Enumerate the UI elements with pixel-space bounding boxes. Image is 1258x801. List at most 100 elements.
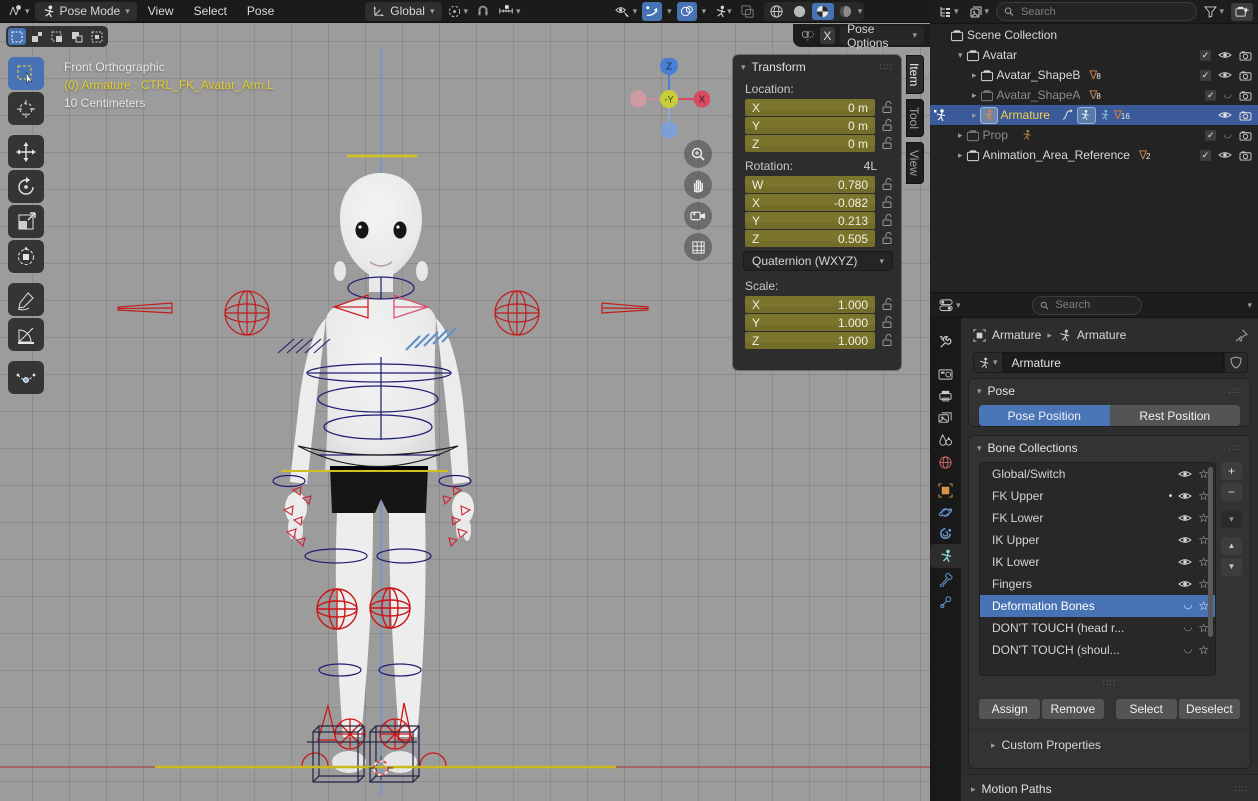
tab-viewlayer-properties[interactable] (930, 406, 961, 430)
tool-annotate[interactable] (8, 283, 44, 316)
tab-bone-constraints-properties[interactable] (930, 590, 961, 614)
select-mode-subtract[interactable] (48, 28, 66, 45)
eye-open-icon[interactable] (1178, 535, 1192, 545)
lock-open-icon[interactable] (881, 334, 893, 347)
lock-open-icon[interactable] (881, 101, 893, 114)
bone-collection-row[interactable]: FK Lower ☆ (980, 507, 1215, 529)
pose-options-dropdown[interactable]: Pose Options ▾ (840, 26, 924, 45)
move-down-button[interactable]: ▼ (1221, 558, 1242, 576)
tab-tool[interactable]: Tool (906, 99, 924, 137)
axis-gizmo[interactable]: Z X -Y (630, 58, 710, 140)
lock-open-icon[interactable] (881, 214, 893, 227)
tab-output-properties[interactable] (930, 384, 961, 408)
location-y-field[interactable]: Y0 m (745, 117, 875, 134)
zoom-button[interactable] (684, 140, 712, 168)
camera-visibility-icon[interactable] (1239, 110, 1252, 121)
outliner-display-mode-dropdown[interactable]: ▾ (935, 5, 962, 19)
lock-open-icon[interactable] (881, 119, 893, 132)
exclude-checkbox[interactable]: ✓ (1200, 150, 1211, 161)
bone-collections-list[interactable]: Global/Switch ☆ FK Upper • ☆ FK Lower ☆ (979, 462, 1216, 676)
bone-collection-row[interactable]: IK Lower ☆ (980, 551, 1215, 573)
breadcrumb-object[interactable]: Armature (992, 328, 1041, 342)
object-visibility-dropdown[interactable]: ▾ (612, 4, 641, 18)
tab-scene-properties[interactable] (930, 428, 961, 452)
custom-properties-subpanel[interactable]: ▸ Custom Properties (969, 729, 1250, 760)
bone-collection-row[interactable]: DON'T TOUCH (head r... ◡ ☆ (980, 617, 1215, 639)
shading-solid-button[interactable] (789, 3, 811, 20)
eye-open-icon[interactable] (1178, 513, 1192, 523)
tab-world-properties[interactable] (930, 450, 961, 474)
move-up-button[interactable]: ▲ (1221, 537, 1242, 555)
motion-paths-panel[interactable]: ▸ Motion Paths ∷∷ (961, 774, 1258, 801)
id-type-dropdown[interactable]: ▾ (973, 352, 1003, 373)
outliner-row-prop[interactable]: ▸ Prop ✓ ◡ (930, 125, 1258, 145)
exclude-checkbox[interactable]: ✓ (1200, 50, 1211, 61)
pose-position-button[interactable]: Pose Position (979, 405, 1110, 426)
tool-scale[interactable] (8, 205, 44, 238)
collection-specials-menu[interactable]: ▾ (1221, 510, 1242, 528)
menu-view[interactable]: View (139, 0, 183, 22)
expand-icon[interactable]: ▸ (958, 151, 963, 160)
tab-physics-properties[interactable] (930, 500, 961, 524)
tool-transform[interactable] (8, 240, 44, 273)
eye-open-icon[interactable] (1178, 579, 1192, 589)
eye-closed-icon[interactable]: ◡ (1184, 623, 1193, 633)
eye-open-icon[interactable] (1218, 50, 1232, 60)
rotation-z-field[interactable]: Z0.505 (745, 230, 875, 247)
outliner-row-avatar-shapeb[interactable]: ▸ Avatar_ShapeB ∇8 ✓ (930, 65, 1258, 85)
bone-collection-row[interactable]: IK Upper ☆ (980, 529, 1215, 551)
properties-search-input[interactable] (1053, 298, 1133, 312)
outliner-row-animation-area-reference[interactable]: ▸ Animation_Area_Reference ∇2 ✓ (930, 145, 1258, 165)
mirror-axis-x-button[interactable]: X (820, 27, 835, 44)
scale-z-field[interactable]: Z1.000 (745, 332, 875, 349)
expand-icon[interactable]: ▸ (958, 131, 963, 140)
show-overlays-toggle[interactable] (677, 2, 697, 21)
expand-icon[interactable]: ▾ (958, 51, 963, 60)
panel-collapse-icon[interactable]: ▾ (977, 444, 982, 453)
eye-open-icon[interactable] (1178, 469, 1192, 479)
tab-object-properties[interactable] (930, 478, 961, 502)
scale-y-field[interactable]: Y1.000 (745, 314, 875, 331)
expand-icon[interactable]: ▸ (972, 91, 977, 100)
tool-rotate[interactable] (8, 170, 44, 203)
exclude-checkbox[interactable]: ✓ (1205, 130, 1216, 141)
lock-open-icon[interactable] (881, 232, 893, 245)
outliner-filter-dropdown[interactable]: ▾ (1201, 6, 1227, 18)
xray-toggle[interactable] (737, 2, 758, 21)
eye-open-icon[interactable] (1178, 491, 1192, 501)
outliner-row-avatar[interactable]: ▾ Avatar ✓ (930, 45, 1258, 65)
solo-star-icon[interactable]: ☆ (1198, 644, 1209, 656)
eye-open-icon[interactable] (1218, 70, 1232, 80)
tool-measure[interactable] (8, 318, 44, 351)
remove-button[interactable]: Remove (1042, 699, 1103, 719)
select-mode-extend[interactable] (28, 28, 46, 45)
tab-bone-properties[interactable] (930, 568, 961, 592)
viewport-3d[interactable]: ▾ Pose Mode ▾ View Select Pose Global ▾ … (0, 0, 930, 801)
editor-type-dropdown[interactable]: ▾ (4, 3, 33, 19)
pan-hand-button[interactable] (684, 171, 712, 199)
tab-render-properties[interactable] (930, 362, 961, 386)
tab-constraints-properties[interactable] (930, 522, 961, 546)
outliner-row-scene-collection[interactable]: Scene Collection (930, 25, 1258, 45)
properties-options-dropdown[interactable]: ▾ (1247, 301, 1252, 310)
fade-geometry-dropdown[interactable]: ▾ (711, 2, 735, 21)
shading-wireframe-button[interactable] (766, 3, 788, 20)
tool-select-box[interactable] (8, 57, 44, 90)
expand-icon[interactable]: ▸ (972, 111, 977, 120)
overlays-dropdown[interactable]: ▾ (699, 7, 710, 16)
perspective-toggle-button[interactable] (684, 233, 712, 261)
breadcrumb-data[interactable]: Armature (1077, 328, 1126, 342)
outliner-filter-type-dropdown[interactable]: ▾ (966, 5, 993, 19)
shading-material-button[interactable] (812, 3, 834, 20)
lock-open-icon[interactable] (881, 316, 893, 329)
bone-collection-row[interactable]: Fingers ☆ (980, 573, 1215, 595)
shading-dropdown[interactable]: ▾ (858, 7, 863, 16)
tool-cursor[interactable] (8, 92, 44, 125)
lock-open-icon[interactable] (881, 298, 893, 311)
gizmo-dropdown[interactable]: ▾ (664, 7, 675, 16)
eye-open-icon[interactable] (1178, 557, 1192, 567)
select-button[interactable]: Select (1116, 699, 1177, 719)
eye-open-icon[interactable] (1218, 110, 1232, 120)
new-collection-button[interactable] (1231, 3, 1253, 21)
scale-x-field[interactable]: X1.000 (745, 296, 875, 313)
